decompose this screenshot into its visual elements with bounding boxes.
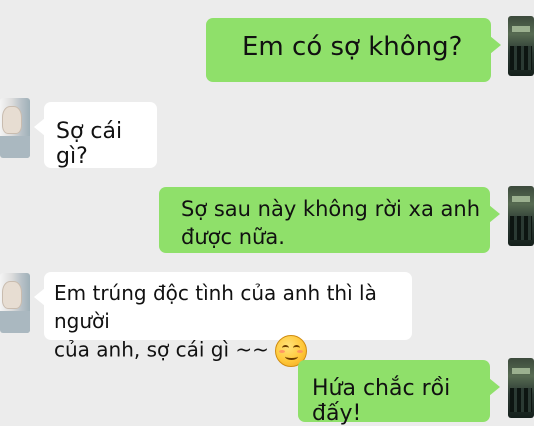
received-message-bubble[interactable]: Em trúng độc tình của anh thì là người c… xyxy=(34,272,412,367)
received-message-bubble[interactable]: Sợ cái gì? xyxy=(34,102,157,169)
chat-conversation: Em có sợ không? Sợ cái gì? Sợ sau này kh… xyxy=(0,0,534,426)
my-avatar[interactable] xyxy=(508,186,534,246)
contact-avatar[interactable] xyxy=(0,98,30,158)
message-text: Sợ sau này không rời xa anh được nữa. xyxy=(181,197,481,249)
message-text: Em có sợ không? xyxy=(242,32,463,62)
sent-message-bubble[interactable]: Sợ sau này không rời xa anh được nữa. xyxy=(159,187,500,253)
message-text: Hứa chắc rồi đấy! xyxy=(312,376,451,426)
my-avatar[interactable] xyxy=(508,358,534,418)
sent-message-bubble[interactable]: Em có sợ không? xyxy=(206,18,501,82)
message-text: Em trúng độc tình của anh thì là người c… xyxy=(54,281,377,362)
my-avatar[interactable] xyxy=(508,16,534,76)
sent-message-bubble[interactable]: Hứa chắc rồi đấy! xyxy=(298,360,500,426)
contact-avatar[interactable] xyxy=(0,273,30,333)
message-text: Sợ cái gì? xyxy=(56,119,123,169)
